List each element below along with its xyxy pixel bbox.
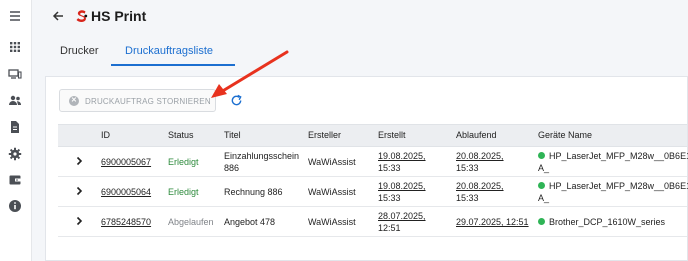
table-row[interactable]: 6900005064 Erledigt Rechnung 886 WaWiAss… <box>58 177 688 207</box>
wallet-icon[interactable] <box>8 173 22 187</box>
apps-grid-icon[interactable] <box>8 40 22 54</box>
created-time: 12:51 <box>378 223 401 233</box>
cancel-button-label: DRUCKAUFTRAG STORNIEREN <box>85 97 211 106</box>
expand-row-icon[interactable] <box>75 186 84 196</box>
online-status-dot <box>538 218 545 225</box>
expand-row-icon[interactable] <box>75 156 84 166</box>
column-header-status[interactable]: Status <box>168 130 194 140</box>
device-name: HP_LaserJet_MFP_M28w__0B6E1 <box>538 180 688 192</box>
device-name-text: Brother_DCP_1610W_series <box>549 217 666 227</box>
settings-icon[interactable] <box>8 147 22 161</box>
job-id-link[interactable]: 6785248570 <box>101 216 151 228</box>
expires-date: 20.08.2025, <box>456 151 504 161</box>
created-time: 15:33 <box>378 163 401 173</box>
hs-logo-icon <box>76 10 88 22</box>
job-list-card: ✕ DRUCKAUFTRAG STORNIEREN ID Status Tite… <box>45 76 688 261</box>
created-date: 28.07.2025, <box>378 211 426 221</box>
column-header-id[interactable]: ID <box>101 130 110 140</box>
device-name-cont: A_ <box>538 193 550 203</box>
device-name-cont: A_ <box>538 163 550 173</box>
table-row[interactable]: 6900005067 Erledigt Einzahlungsschein 88… <box>58 147 688 177</box>
table-row[interactable]: 6785248570 Abgelaufen Angebot 478 WaWiAs… <box>58 207 687 237</box>
top-bar: HS Print <box>33 0 688 36</box>
job-title: Einzahlungsschein <box>224 151 300 161</box>
tab-druckauftragsliste[interactable]: Druckauftragsliste <box>125 45 213 57</box>
online-status-dot <box>538 182 545 189</box>
main-area: HS Print Drucker Druckauftragsliste ✕ DR… <box>33 0 688 261</box>
creator: WaWiAssist <box>308 217 356 227</box>
job-id-link[interactable]: 6900005064 <box>101 186 151 198</box>
device-name: HP_LaserJet_MFP_M28w__0B6E1 <box>538 150 688 162</box>
device-name-text: HP_LaserJet_MFP_M28w__0B6E1 <box>549 151 688 161</box>
online-status-dot <box>538 152 545 159</box>
column-header-title[interactable]: Titel <box>224 130 241 140</box>
expires-date: 20.08.2025, <box>456 181 504 191</box>
created-date: 19.08.2025, <box>378 181 426 191</box>
column-header-creator[interactable]: Ersteller <box>308 130 341 140</box>
device-name: Brother_DCP_1610W_series <box>538 216 665 228</box>
document-icon[interactable] <box>8 120 22 134</box>
back-arrow-icon[interactable] <box>51 9 65 23</box>
status-text: Erledigt <box>168 187 199 197</box>
sidebar <box>0 0 32 261</box>
info-icon[interactable] <box>8 199 22 213</box>
cancel-print-job-button[interactable]: ✕ DRUCKAUFTRAG STORNIEREN <box>59 89 216 112</box>
job-title: Angebot 478 <box>224 217 276 227</box>
expires-time: 15:33 <box>456 163 479 173</box>
column-header-device[interactable]: Geräte Name <box>538 130 592 140</box>
print-jobs-table: ID Status Titel Ersteller Erstellt Ablau… <box>58 124 688 237</box>
expires-time: 15:33 <box>456 193 479 203</box>
cancel-icon: ✕ <box>69 96 79 106</box>
created-date: 19.08.2025, <box>378 151 426 161</box>
device-name-text: HP_LaserJet_MFP_M28w__0B6E1 <box>549 181 688 191</box>
job-title: Rechnung 886 <box>224 187 283 197</box>
column-header-expires[interactable]: Ablaufend <box>456 130 497 140</box>
column-header-created[interactable]: Erstellt <box>378 130 406 140</box>
tab-drucker[interactable]: Drucker <box>60 45 99 57</box>
expires-datetime: 29.07.2025, 12:51 <box>456 217 529 227</box>
job-title-cont: 886 <box>224 163 240 173</box>
expand-row-icon[interactable] <box>75 216 84 226</box>
table-header: ID Status Titel Ersteller Erstellt Ablau… <box>58 124 687 147</box>
status-text: Abgelaufen <box>168 217 214 227</box>
devices-icon[interactable] <box>8 67 22 81</box>
created-time: 15:33 <box>378 193 401 203</box>
creator: WaWiAssist <box>308 187 356 197</box>
creator: WaWiAssist <box>308 157 356 167</box>
job-id-link[interactable]: 6900005067 <box>101 156 151 168</box>
annotation-arrow-icon <box>211 50 289 98</box>
status-text: Erledigt <box>168 157 199 167</box>
users-icon[interactable] <box>8 93 22 107</box>
page-title: HS Print <box>91 8 147 24</box>
menu-icon[interactable] <box>8 9 22 23</box>
